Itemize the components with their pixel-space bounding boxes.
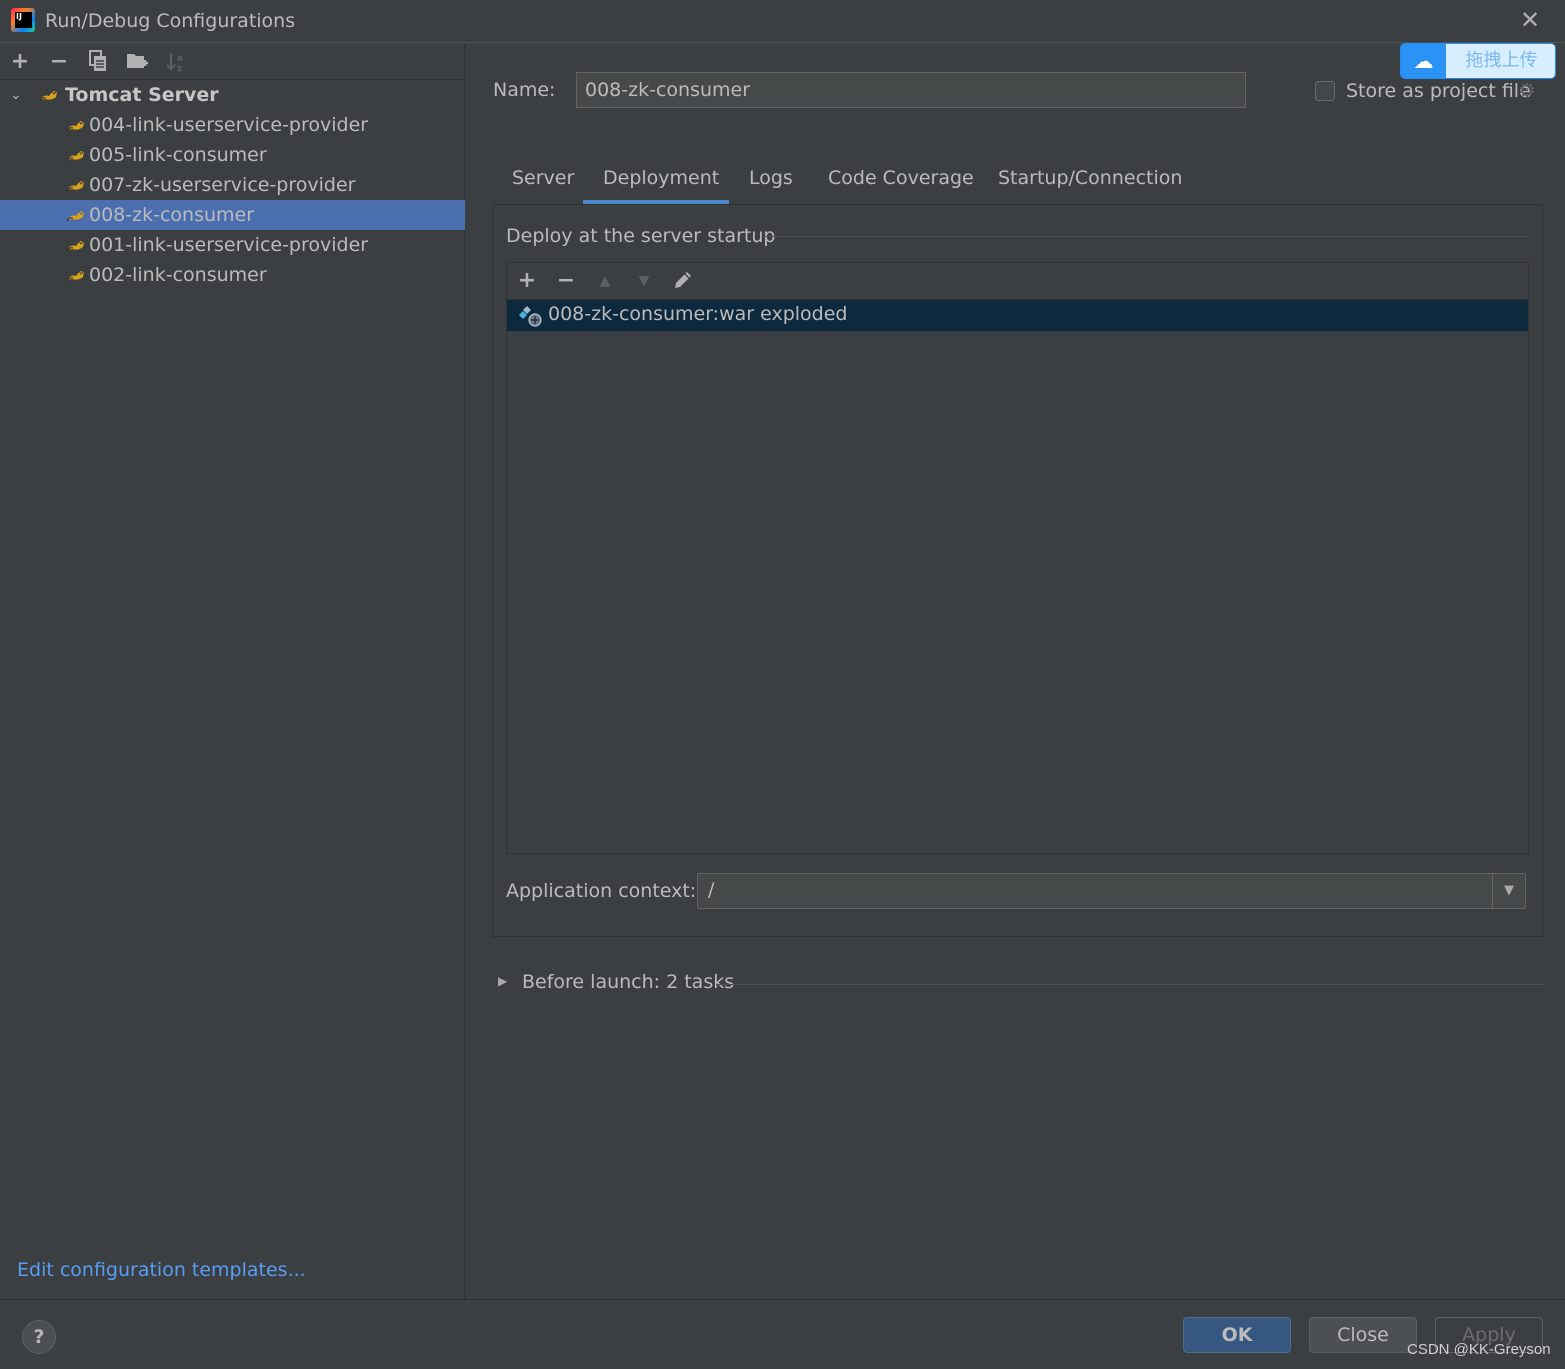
tree-item-label: 008-zk-consumer bbox=[89, 204, 255, 226]
close-button[interactable]: Close bbox=[1309, 1317, 1417, 1353]
new-folder-icon[interactable] bbox=[126, 50, 150, 74]
tree-item-007-zk-userservice-provider[interactable]: 007-zk-userservice-provider bbox=[0, 170, 465, 200]
gear-icon[interactable]: ⚙ bbox=[1518, 80, 1538, 100]
tab-code-coverage[interactable]: Code Coverage bbox=[809, 162, 979, 204]
artifact-row[interactable]: 008-zk-consumer:war exploded bbox=[507, 300, 1528, 331]
title-bar: Run/Debug Configurations ✕ bbox=[0, 0, 1565, 43]
remove-icon[interactable]: − bbox=[554, 269, 578, 293]
tree-item-label: 005-link-consumer bbox=[89, 144, 267, 166]
tab-startup-connection[interactable]: Startup/Connection bbox=[979, 162, 1182, 204]
tab-server[interactable]: Server bbox=[493, 162, 574, 204]
edit-icon[interactable] bbox=[671, 269, 695, 293]
sort-alpha-icon[interactable]: az bbox=[164, 50, 188, 74]
tree-item-005-link-consumer[interactable]: 005-link-consumer bbox=[0, 140, 465, 170]
remove-icon[interactable]: − bbox=[47, 50, 71, 74]
web-artifact-icon bbox=[519, 306, 542, 327]
tomcat-icon bbox=[66, 180, 85, 192]
chevron-right-icon: ▶ bbox=[498, 974, 508, 988]
artifact-list-toolbar: + − ▲ ▼ bbox=[507, 263, 1528, 300]
tomcat-icon bbox=[66, 210, 85, 222]
baidu-upload-label: 拖拽上传 bbox=[1446, 44, 1555, 78]
window-title: Run/Debug Configurations bbox=[45, 10, 296, 32]
chevron-down-icon[interactable]: ⌄ bbox=[10, 80, 26, 110]
section-divider bbox=[716, 984, 1544, 985]
tree-group-label: Tomcat Server bbox=[65, 84, 219, 106]
tomcat-icon bbox=[66, 240, 85, 252]
close-icon[interactable]: ✕ bbox=[1519, 8, 1541, 32]
tomcat-icon bbox=[66, 270, 85, 282]
dialog-footer: ? OK Close Apply CSDN @KK-Greyson bbox=[0, 1299, 1565, 1369]
watermark: CSDN @KK-Greyson bbox=[1407, 1341, 1551, 1358]
move-down-icon[interactable]: ▼ bbox=[632, 269, 656, 293]
tree-item-002-link-consumer[interactable]: 002-link-consumer bbox=[0, 260, 465, 290]
tree-item-label: 007-zk-userservice-provider bbox=[89, 174, 356, 196]
tree-item-label: 004-link-userservice-provider bbox=[89, 114, 369, 136]
configurations-sidebar: + − az ⌄ Tomcat Server 004-link-userserv… bbox=[0, 44, 465, 1299]
help-button[interactable]: ? bbox=[22, 1320, 56, 1354]
move-up-icon[interactable]: ▲ bbox=[593, 269, 617, 293]
deployment-panel: Deploy at the server startup + − ▲ ▼ 008… bbox=[492, 204, 1543, 937]
ok-button[interactable]: OK bbox=[1183, 1317, 1291, 1353]
configuration-editor: Name: Store as project file ⚙ Server Dep… bbox=[466, 44, 1565, 1299]
name-input[interactable] bbox=[576, 72, 1246, 108]
tree-group-tomcat-server[interactable]: ⌄ Tomcat Server bbox=[0, 80, 465, 110]
edit-configuration-templates-link[interactable]: Edit configuration templates... bbox=[17, 1259, 306, 1281]
tab-deployment[interactable]: Deployment bbox=[583, 162, 729, 204]
before-launch-label: Before launch: 2 tasks bbox=[522, 971, 735, 993]
store-as-project-file-checkbox[interactable] bbox=[1315, 81, 1335, 101]
artifact-list: + − ▲ ▼ 008-zk-consumer:war exploded bbox=[506, 262, 1529, 854]
tree-item-004-link-userservice-provider[interactable]: 004-link-userservice-provider bbox=[0, 110, 465, 140]
deploy-section-title: Deploy at the server startup bbox=[506, 225, 776, 247]
intellij-app-icon bbox=[11, 8, 35, 32]
svg-text:z: z bbox=[177, 64, 182, 74]
copy-icon[interactable] bbox=[86, 50, 110, 74]
tree-item-008-zk-consumer[interactable]: 008-zk-consumer bbox=[0, 200, 465, 230]
artifact-label: 008-zk-consumer:war exploded bbox=[548, 303, 848, 325]
section-divider bbox=[763, 236, 1529, 237]
tomcat-icon bbox=[66, 150, 85, 162]
tree-item-label: 002-link-consumer bbox=[89, 264, 267, 286]
tree-item-001-link-userservice-provider[interactable]: 001-link-userservice-provider bbox=[0, 230, 465, 260]
application-context-combobox[interactable]: / ▼ bbox=[697, 873, 1526, 909]
tomcat-icon bbox=[39, 90, 58, 102]
application-context-value[interactable]: / bbox=[708, 879, 714, 901]
store-as-project-file-label: Store as project file bbox=[1346, 80, 1531, 102]
baidu-upload-widget[interactable]: ☁ 拖拽上传 bbox=[1400, 43, 1556, 79]
svg-text:a: a bbox=[177, 54, 183, 64]
add-icon[interactable]: + bbox=[515, 269, 539, 293]
sidebar-toolbar: + − az bbox=[0, 44, 464, 80]
tree-item-label: 001-link-userservice-provider bbox=[89, 234, 369, 256]
tab-logs[interactable]: Logs bbox=[729, 162, 809, 204]
chevron-down-icon[interactable]: ▼ bbox=[1492, 874, 1525, 908]
name-label: Name: bbox=[493, 79, 556, 101]
tomcat-icon bbox=[66, 120, 85, 132]
baidu-cloud-icon: ☁ bbox=[1401, 44, 1446, 78]
add-icon[interactable]: + bbox=[8, 50, 32, 74]
application-context-label: Application context: bbox=[506, 880, 697, 902]
